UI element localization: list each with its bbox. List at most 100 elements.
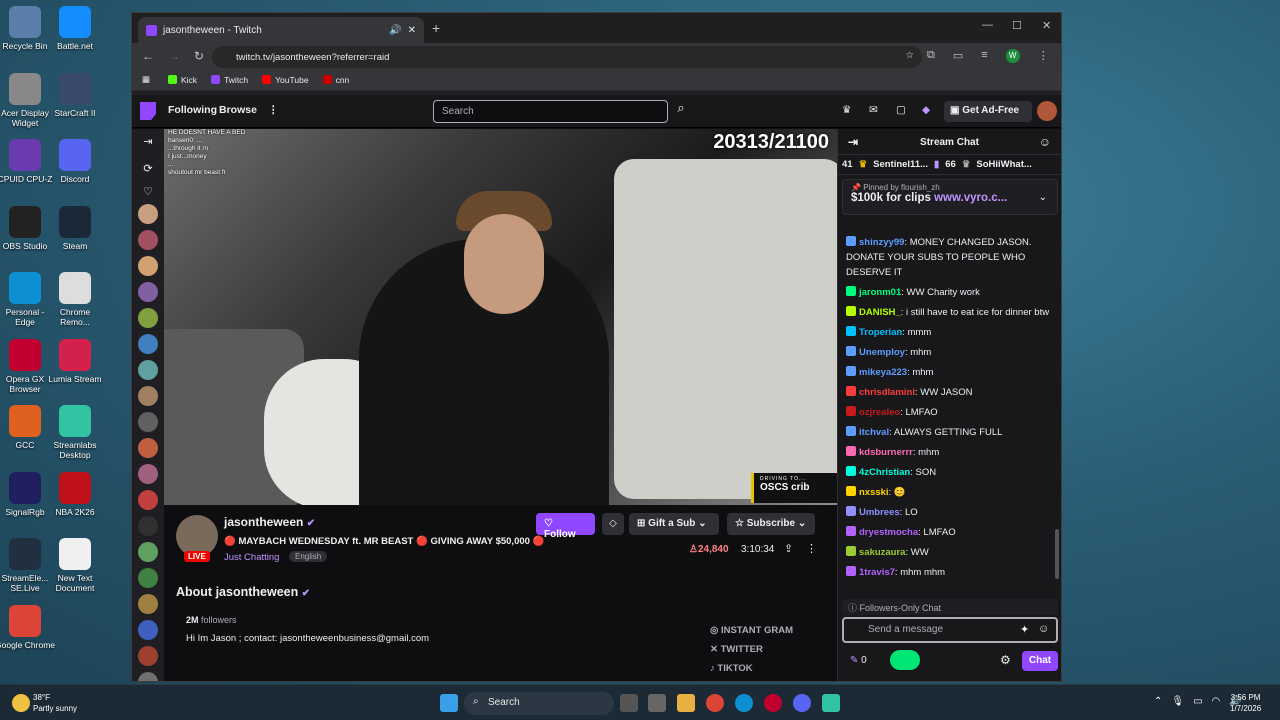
bits-icon[interactable]: ◆ (922, 104, 930, 116)
followed-channel-avatar[interactable] (138, 360, 158, 380)
follow-button[interactable]: ♡ Follow (536, 513, 595, 540)
followed-channel-avatar[interactable] (138, 230, 158, 250)
chat-send-button[interactable]: Chat (1022, 651, 1058, 671)
crown-icon[interactable]: ♛ (842, 104, 851, 116)
social-link-tiktok[interactable]: ♪ TIKTOK (710, 663, 753, 674)
chat-username[interactable]: jaronm01 (859, 287, 901, 298)
chat-message[interactable]: nxsski: 😊 (846, 485, 1052, 500)
profile-avatar[interactable]: W (1005, 49, 1020, 63)
collapse-chat-icon[interactable]: ⇥ (848, 135, 858, 149)
chat-message[interactable]: mikeya223: mhm (846, 365, 1052, 380)
bookmark-item[interactable]: YouTube (262, 74, 309, 85)
social-link-instagram[interactable]: ◎ INSTANT GRAM (710, 625, 793, 636)
chat-message[interactable]: itchval: ALWAYS GETTING FULL (846, 425, 1052, 440)
desktop-icon[interactable]: Google Chrome (0, 604, 55, 650)
chat-message[interactable]: dryestmocha: LMFAO (846, 525, 1052, 540)
edge-taskbar-icon[interactable] (735, 694, 753, 712)
menu-icon[interactable]: ⋮ (1038, 49, 1049, 63)
display-icon[interactable]: ▭ (1193, 696, 1202, 707)
minimize-button[interactable]: — (982, 19, 993, 31)
rail-icon[interactable]: ⟳ (132, 162, 164, 175)
pinned-link[interactable]: www.vyro.c... (934, 192, 1007, 204)
widgets-icon[interactable] (648, 694, 666, 712)
chat-username[interactable]: kdsburnerrr (859, 447, 913, 458)
diamond-icon[interactable]: ◇ (602, 513, 624, 535)
bookmark-item[interactable]: Twitch (211, 74, 248, 85)
chat-message[interactable]: kdsburnerrr: mhm (846, 445, 1052, 460)
desktop-icon[interactable]: Steam (45, 205, 105, 251)
back-button[interactable]: ← (142, 49, 154, 63)
followed-channel-avatar[interactable] (138, 386, 158, 406)
chat-message[interactable]: 4zChristian: SON (846, 465, 1052, 480)
get-ad-free-button[interactable]: ▣ Get Ad-Free (944, 101, 1032, 122)
bookmark-item[interactable]: Kick (168, 74, 197, 85)
chat-username[interactable]: dryestmocha (859, 527, 918, 538)
chat-message[interactable]: DANISH_: i still have to eat ice for din… (846, 305, 1052, 320)
weather-icon[interactable] (12, 694, 30, 712)
chat-username[interactable]: Umbrees (859, 507, 900, 518)
chat-message[interactable]: 1travis7: mhm mhm (846, 565, 1052, 580)
chat-username[interactable]: mikeya223 (859, 367, 907, 378)
language-tag[interactable]: English (289, 551, 328, 562)
followed-channel-avatar[interactable] (138, 516, 158, 536)
chat-username[interactable]: chrisdlamini (859, 387, 915, 398)
chat-username[interactable]: sakuzaura (859, 547, 905, 558)
chat-message[interactable]: jaronm01: WW Charity work (846, 285, 1052, 300)
desktop-icon[interactable]: Chrome Remo... (45, 272, 105, 327)
extensions-icon[interactable]: ⧉ (927, 49, 935, 63)
url-bar[interactable]: twitch.tv/jasontheween?referrer=raid ☆ (212, 46, 922, 68)
forward-button[interactable]: → (168, 49, 180, 63)
chat-message[interactable]: chrisdlamini: WW JASON (846, 385, 1052, 400)
discord-taskbar-icon[interactable] (793, 694, 811, 712)
chat-leaderboard[interactable]: 41 ♛ Sentinel11... ▮ 66 ♛ SoHiiWhat... (838, 155, 1061, 175)
desktop-icon[interactable]: Battle.net (45, 6, 105, 51)
share-icon[interactable]: ⇪ (784, 542, 793, 555)
weather-widget[interactable]: 38°F Partly sunny (33, 692, 77, 714)
expand-rail-icon[interactable]: ⇥ (132, 129, 164, 148)
close-window-button[interactable]: ✕ (1042, 19, 1051, 32)
file-explorer-icon[interactable] (677, 694, 695, 712)
desktop-icon[interactable]: NBA 2K26 (45, 471, 105, 517)
search-input[interactable]: Search (433, 100, 668, 123)
taskbar-search[interactable]: ⌕ Search (464, 692, 614, 715)
followed-channel-avatar[interactable] (138, 204, 158, 224)
chat-username[interactable]: ozjrealeo (859, 407, 900, 418)
gift-sub-button[interactable]: ⊞ Gift a Sub ⌄ (629, 513, 719, 535)
inbox-icon[interactable]: ✉ (869, 104, 878, 116)
search-icon[interactable]: ⌕ (670, 100, 692, 123)
chat-username[interactable]: DANISH_ (859, 307, 901, 318)
mic-icon[interactable]: 🎙 (1171, 696, 1184, 707)
chevron-up-icon[interactable]: ⌃ (1154, 696, 1162, 707)
desktop-icon[interactable]: Discord (45, 139, 105, 184)
chat-message[interactable]: shinzyy99: MONEY CHANGED JASON. DONATE Y… (846, 235, 1052, 280)
chevron-down-icon[interactable]: ⌄ (1039, 192, 1047, 203)
followed-channel-avatar[interactable] (138, 542, 158, 562)
apps-grid-icon[interactable]: ▦ (142, 74, 150, 85)
stream-category[interactable]: Just Chatting (224, 552, 279, 563)
new-tab-button[interactable]: + (432, 20, 440, 36)
claim-points-button[interactable] (890, 650, 920, 670)
emote-icon[interactable]: ☺ (1038, 623, 1049, 635)
effects-icon[interactable]: ✦ (1020, 623, 1029, 636)
desktop-icon[interactable]: Lumia Stream (45, 338, 105, 384)
opera-taskbar-icon[interactable] (764, 694, 782, 712)
channel-points[interactable]: ✎ 0 (850, 655, 867, 666)
heart-icon[interactable]: ♡ (132, 185, 164, 198)
tab-close-icon[interactable]: ✕ (408, 25, 416, 36)
followed-channel-avatar[interactable] (138, 568, 158, 588)
followed-channel-avatar[interactable] (138, 646, 158, 666)
twitch-logo-icon[interactable] (140, 102, 156, 120)
audio-icon[interactable]: 🔊 (389, 25, 401, 36)
media-icon[interactable]: ≡ (981, 49, 987, 63)
channel-name[interactable]: jasontheween ✔ (224, 515, 315, 529)
chat-username[interactable]: 4zChristian (859, 467, 910, 478)
chat-scrollbar[interactable] (1055, 529, 1059, 579)
bookmark-item[interactable]: cnn (322, 74, 349, 85)
streamlabs-taskbar-icon[interactable] (822, 694, 840, 712)
followed-channel-avatar[interactable] (138, 334, 158, 354)
followed-channel-avatar[interactable] (138, 464, 158, 484)
browser-tab[interactable]: jasontheween - Twitch 🔊 ✕ (138, 17, 424, 43)
community-icon[interactable]: ☺ (1039, 135, 1051, 149)
desktop-icon[interactable]: New Text Document (45, 538, 105, 593)
chat-username[interactable]: shinzyy99 (859, 237, 904, 248)
